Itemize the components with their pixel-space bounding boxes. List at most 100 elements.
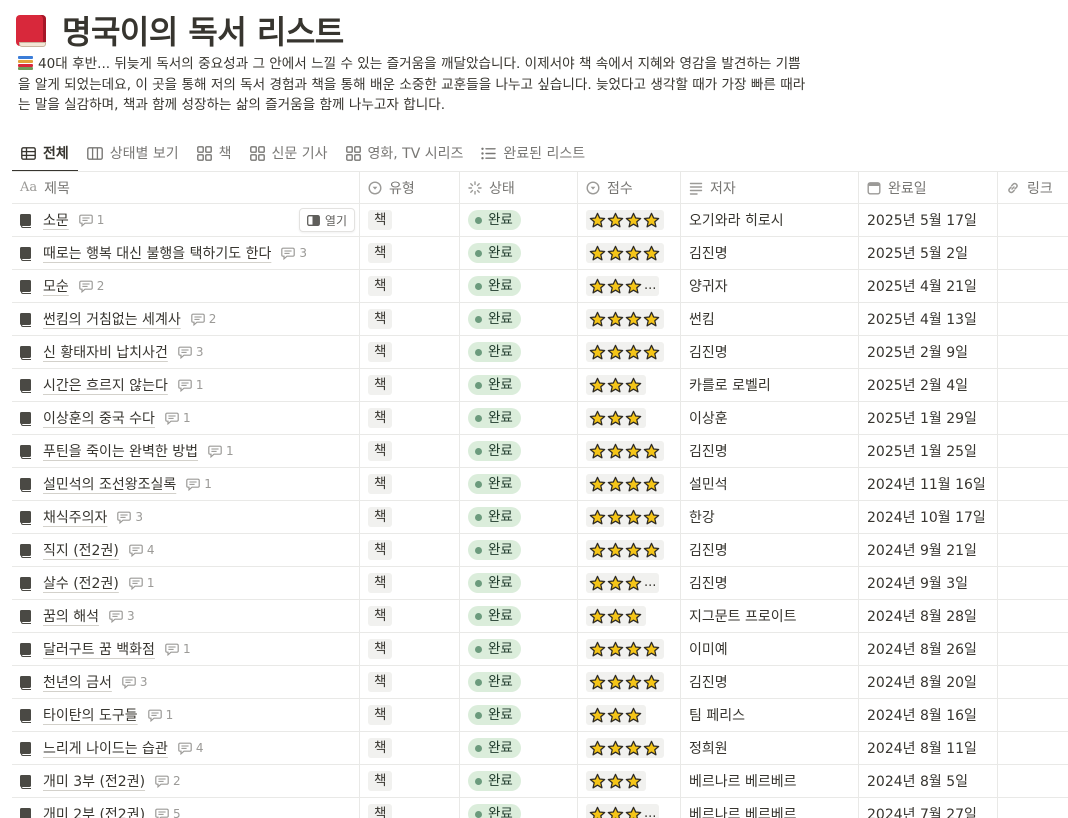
- comment-count[interactable]: 5: [155, 807, 181, 818]
- table-row[interactable]: 천년의 금서 3 책 완료 김진명 2024년 8월 20일: [12, 666, 1068, 699]
- score-cell[interactable]: [578, 204, 681, 236]
- comment-count[interactable]: 1: [186, 477, 212, 491]
- type-cell[interactable]: 책: [360, 237, 460, 269]
- date-cell[interactable]: 2025년 5월 17일: [859, 204, 998, 236]
- title-cell[interactable]: 소문 1 열기: [12, 204, 360, 236]
- author-cell[interactable]: 카를로 로벨리: [681, 369, 859, 401]
- title-cell[interactable]: 모순 2: [12, 270, 360, 302]
- red-book-icon[interactable]: [16, 13, 48, 47]
- row-title-link[interactable]: 신 황태자비 납치사건: [43, 342, 168, 362]
- row-title-link[interactable]: 살수 (전2권): [43, 573, 119, 593]
- date-cell[interactable]: 2024년 9월 21일: [859, 534, 998, 566]
- type-cell[interactable]: 책: [360, 468, 460, 500]
- tab-5[interactable]: 영화, TV 시리즈: [337, 135, 473, 171]
- date-cell[interactable]: 2025년 2월 4일: [859, 369, 998, 401]
- title-cell[interactable]: 개미 2부 (전2권) 5: [12, 798, 360, 818]
- link-cell[interactable]: [998, 666, 1068, 698]
- comment-count[interactable]: 4: [178, 741, 203, 755]
- link-cell[interactable]: [998, 204, 1068, 236]
- table-row[interactable]: 모순 2 책 완료... 양귀자 2025년 4월 21일: [12, 270, 1068, 303]
- title-cell[interactable]: 꿈의 해석 3: [12, 600, 360, 632]
- title-cell[interactable]: 채식주의자 3: [12, 501, 360, 533]
- row-title-link[interactable]: 달러구트 꿈 백화점: [43, 639, 155, 659]
- column-header-score[interactable]: 점수: [578, 172, 681, 203]
- row-title-link[interactable]: 느리게 나이드는 습관: [43, 738, 168, 758]
- column-header-date[interactable]: 완료일: [859, 172, 998, 203]
- author-cell[interactable]: 오기와라 히로시: [681, 204, 859, 236]
- date-cell[interactable]: 2024년 9월 3일: [859, 567, 998, 599]
- page-title[interactable]: 명국이의 독서 리스트: [62, 7, 344, 53]
- date-cell[interactable]: 2024년 8월 5일: [859, 765, 998, 797]
- author-cell[interactable]: 베르나르 베르베르: [681, 765, 859, 797]
- date-cell[interactable]: 2025년 4월 21일: [859, 270, 998, 302]
- tab-2[interactable]: 상태별 보기: [78, 135, 188, 171]
- date-cell[interactable]: 2024년 8월 26일: [859, 633, 998, 665]
- title-cell[interactable]: 시간은 흐르지 않는다 1: [12, 369, 360, 401]
- status-cell[interactable]: 완료: [460, 336, 578, 368]
- date-cell[interactable]: 2024년 11월 16일: [859, 468, 998, 500]
- table-row[interactable]: 소문 1 열기 책 완료 오기와라 히로시 2025년 5월 17일: [12, 204, 1068, 237]
- date-cell[interactable]: 2025년 1월 25일: [859, 435, 998, 467]
- author-cell[interactable]: 팀 페리스: [681, 699, 859, 731]
- title-cell[interactable]: 썬킴의 거침없는 세계사 2: [12, 303, 360, 335]
- author-cell[interactable]: 김진명: [681, 666, 859, 698]
- tab-6[interactable]: 완료된 리스트: [472, 135, 594, 171]
- comment-count[interactable]: 1: [208, 444, 234, 458]
- score-cell[interactable]: [578, 336, 681, 368]
- row-title-link[interactable]: 직지 (전2권): [43, 540, 119, 560]
- row-title-link[interactable]: 썬킴의 거침없는 세계사: [43, 309, 181, 329]
- author-cell[interactable]: 정희원: [681, 732, 859, 764]
- row-title-link[interactable]: 푸틴을 죽이는 완벽한 방법: [43, 441, 198, 461]
- score-cell[interactable]: [578, 765, 681, 797]
- link-cell[interactable]: [998, 237, 1068, 269]
- link-cell[interactable]: [998, 435, 1068, 467]
- title-cell[interactable]: 이상훈의 중국 수다 1: [12, 402, 360, 434]
- status-cell[interactable]: 완료: [460, 237, 578, 269]
- status-cell[interactable]: 완료: [460, 732, 578, 764]
- type-cell[interactable]: 책: [360, 270, 460, 302]
- table-row[interactable]: 살수 (전2권) 1 책 완료... 김진명 2024년 9월 3일: [12, 567, 1068, 600]
- type-cell[interactable]: 책: [360, 402, 460, 434]
- tab-1[interactable]: 전체: [12, 135, 78, 172]
- score-cell[interactable]: [578, 633, 681, 665]
- link-cell[interactable]: [998, 369, 1068, 401]
- type-cell[interactable]: 책: [360, 369, 460, 401]
- type-cell[interactable]: 책: [360, 633, 460, 665]
- row-title-link[interactable]: 때로는 행복 대신 불행을 택하기도 한다: [43, 243, 271, 263]
- type-cell[interactable]: 책: [360, 600, 460, 632]
- type-cell[interactable]: 책: [360, 567, 460, 599]
- table-row[interactable]: 이상훈의 중국 수다 1 책 완료 이상훈 2025년 1월 29일: [12, 402, 1068, 435]
- column-header-status[interactable]: 상태: [460, 172, 578, 203]
- comment-count[interactable]: 1: [165, 642, 191, 656]
- link-cell[interactable]: [998, 765, 1068, 797]
- table-row[interactable]: 때로는 행복 대신 불행을 택하기도 한다 3 책 완료 김진명 2025년 5월 2일: [12, 237, 1068, 270]
- comment-count[interactable]: 1: [147, 708, 173, 722]
- score-cell[interactable]: [578, 468, 681, 500]
- table-row[interactable]: 개미 3부 (전2권) 2 책 완료 베르나르 베르베르 2024년 8월 5일: [12, 765, 1068, 798]
- status-cell[interactable]: 완료: [460, 699, 578, 731]
- status-cell[interactable]: 완료: [460, 567, 578, 599]
- link-cell[interactable]: [998, 270, 1068, 302]
- comment-count[interactable]: 3: [178, 345, 203, 359]
- date-cell[interactable]: 2025년 4월 13일: [859, 303, 998, 335]
- table-row[interactable]: 개미 2부 (전2권) 5 책 완료... 베르나르 베르베르 2024년 7월 27일: [12, 798, 1068, 818]
- type-cell[interactable]: 책: [360, 798, 460, 818]
- table-row[interactable]: 푸틴을 죽이는 완벽한 방법 1 책 완료 김진명 2025년 1월 25일: [12, 435, 1068, 468]
- link-cell[interactable]: [998, 534, 1068, 566]
- open-button[interactable]: 열기: [298, 208, 355, 232]
- row-title-link[interactable]: 이상훈의 중국 수다: [43, 408, 155, 428]
- table-row[interactable]: 채식주의자 3 책 완료 한강 2024년 10월 17일: [12, 501, 1068, 534]
- date-cell[interactable]: 2024년 8월 16일: [859, 699, 998, 731]
- link-cell[interactable]: [998, 402, 1068, 434]
- row-title-link[interactable]: 타이탄의 도구들: [43, 705, 138, 725]
- author-cell[interactable]: 김진명: [681, 534, 859, 566]
- score-cell[interactable]: [578, 303, 681, 335]
- link-cell[interactable]: [998, 600, 1068, 632]
- link-cell[interactable]: [998, 633, 1068, 665]
- row-title-link[interactable]: 개미 3부 (전2권): [43, 771, 145, 791]
- author-cell[interactable]: 김진명: [681, 567, 859, 599]
- title-cell[interactable]: 천년의 금서 3: [12, 666, 360, 698]
- table-row[interactable]: 신 황태자비 납치사건 3 책 완료 김진명 2025년 2월 9일: [12, 336, 1068, 369]
- tab-3[interactable]: 책: [188, 135, 241, 171]
- status-cell[interactable]: 완료: [460, 402, 578, 434]
